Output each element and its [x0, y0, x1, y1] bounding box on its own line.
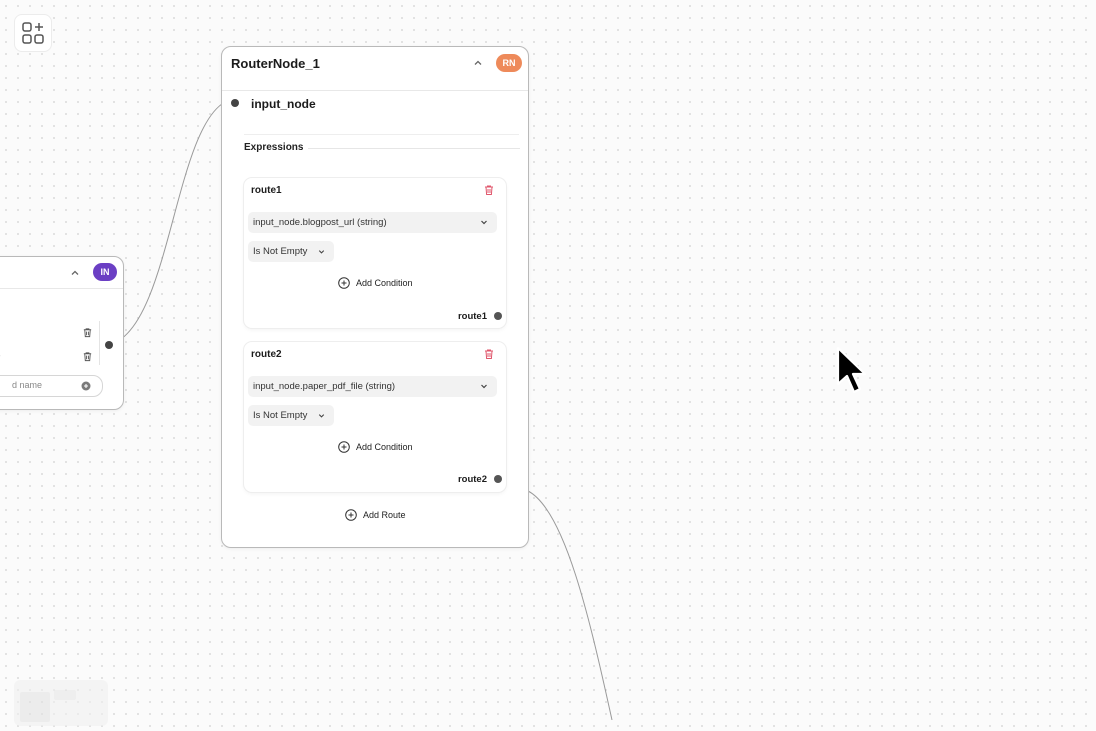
mouse-cursor-icon: [836, 346, 867, 394]
trash-icon[interactable]: [82, 327, 93, 338]
plus-circle-icon: [338, 277, 350, 289]
field-select[interactable]: input_node.blogpost_url (string): [248, 212, 497, 233]
chevron-down-icon: [481, 220, 487, 225]
add-condition-button[interactable]: Add Condition: [338, 276, 413, 290]
output-handle[interactable]: [105, 341, 113, 349]
divider: [308, 148, 520, 149]
divider: [99, 321, 100, 365]
trash-icon[interactable]: [82, 351, 93, 362]
chevron-down-icon: [481, 384, 487, 389]
trash-icon[interactable]: [483, 184, 495, 196]
chevron-down-icon: [318, 250, 325, 254]
field-select-value: input_node.paper_pdf_file (string): [253, 381, 396, 392]
field-select-value: input_node.blogpost_url (string): [253, 217, 387, 228]
add-widget-button[interactable]: [14, 14, 52, 52]
output-handle[interactable]: [494, 312, 502, 320]
add-circle-icon[interactable]: [81, 381, 91, 391]
trash-icon[interactable]: [483, 348, 495, 360]
add-route-button[interactable]: Add Route: [345, 509, 406, 521]
field-name-input[interactable]: d name: [0, 375, 103, 397]
node-badge: IN: [93, 263, 117, 281]
add-condition-label: Add Condition: [356, 278, 413, 288]
minimap[interactable]: [14, 680, 108, 726]
operator-select-value: Is Not Empty: [253, 246, 308, 257]
header-divider: [222, 90, 528, 91]
chevron-down-icon: [318, 414, 325, 418]
route-name: route1: [251, 185, 282, 196]
input-node[interactable]: IN e d name: [0, 256, 124, 410]
plus-circle-icon: [338, 441, 350, 453]
route-output-label: route1: [457, 311, 487, 322]
add-route-label: Add Route: [363, 510, 406, 520]
operator-select[interactable]: Is Not Empty: [248, 241, 334, 262]
operator-select[interactable]: Is Not Empty: [248, 405, 334, 426]
field-name-placeholder: d name: [12, 380, 43, 390]
minimap-icon: [20, 690, 76, 722]
plus-circle-icon: [345, 509, 357, 521]
route-name: route2: [251, 349, 282, 360]
edge-route2-out: [527, 490, 613, 720]
route-output-label: route2: [457, 474, 487, 485]
header-divider: [0, 288, 123, 289]
router-node[interactable]: RouterNode_1 RN input_node Expressions r…: [221, 46, 529, 548]
add-condition-label: Add Condition: [356, 442, 413, 452]
expressions-label: Expressions: [244, 142, 304, 153]
edge-input-to-router: [113, 101, 226, 344]
widget-add-icon: [22, 22, 44, 44]
node-badge: RN: [496, 54, 522, 72]
operator-select-value: Is Not Empty: [253, 410, 308, 421]
output-handle[interactable]: [494, 475, 502, 483]
edges-layer: [113, 101, 613, 720]
field-select[interactable]: input_node.paper_pdf_file (string): [248, 376, 497, 397]
chevron-up-icon[interactable]: [472, 57, 484, 69]
route-card: route1 input_node.blogpost_url (string) …: [244, 178, 506, 328]
divider: [244, 134, 519, 135]
node-title: RouterNode_1: [231, 56, 320, 71]
chevron-up-icon[interactable]: [69, 267, 81, 279]
add-condition-button[interactable]: Add Condition: [338, 440, 413, 454]
input-handle[interactable]: [231, 99, 239, 107]
input-field-row: e: [0, 351, 1, 362]
route-card: route2 input_node.paper_pdf_file (string…: [244, 342, 506, 492]
input-label: input_node: [251, 97, 316, 111]
